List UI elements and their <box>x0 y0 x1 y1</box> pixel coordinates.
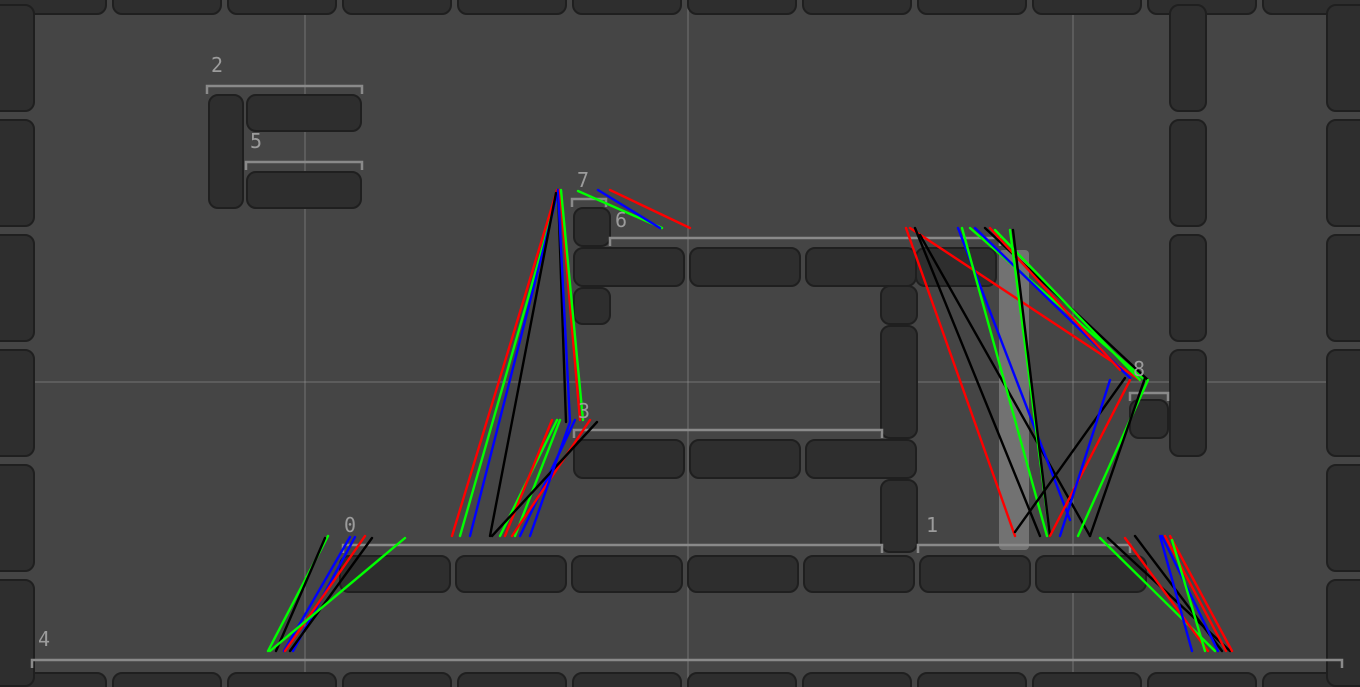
wall-tile <box>917 0 1027 15</box>
wall-tile <box>208 94 244 209</box>
wall-tile <box>915 247 997 287</box>
wall-tile <box>805 439 917 479</box>
wall-tile <box>1035 555 1147 593</box>
wall-tile <box>0 4 35 112</box>
wall-tile <box>246 94 362 132</box>
wall-tile <box>342 672 452 687</box>
wall-tile <box>246 171 362 209</box>
wall-tile <box>573 207 611 247</box>
wall-tile <box>1169 119 1207 227</box>
wall-tile <box>1147 672 1257 687</box>
platform-label-5[interactable]: 5 <box>250 129 262 153</box>
platform-label-1[interactable]: 1 <box>926 513 938 537</box>
wall-tile <box>227 0 337 15</box>
wall-tile <box>1169 349 1207 457</box>
platform-label-6[interactable]: 6 <box>615 208 627 232</box>
wall-tile <box>1032 0 1142 15</box>
wall-tile <box>1326 234 1360 342</box>
wall-tile <box>917 672 1027 687</box>
platform-label-7[interactable]: 7 <box>577 168 589 192</box>
wall-tile <box>1032 672 1142 687</box>
platform-label-2[interactable]: 2 <box>211 53 223 77</box>
wall-tile <box>1326 464 1360 572</box>
wall-tile <box>572 672 682 687</box>
wall-tile <box>880 479 918 553</box>
wall-tile <box>1326 349 1360 457</box>
wall-tile <box>880 285 918 325</box>
wall-tile <box>803 555 915 593</box>
wall-tile <box>573 287 611 325</box>
wall-tile <box>802 0 912 15</box>
platform-label-3[interactable]: 3 <box>578 399 590 423</box>
platform-label-8[interactable]: 8 <box>1133 357 1145 381</box>
wall-tile <box>919 555 1031 593</box>
wall-tile <box>1326 579 1360 687</box>
wall-tile <box>687 0 797 15</box>
wall-tile <box>571 555 683 593</box>
wall-tile <box>227 672 337 687</box>
platform-label-4[interactable]: 4 <box>38 627 50 651</box>
wall-tile <box>573 247 685 287</box>
wall-tile <box>457 672 567 687</box>
wall-tile <box>687 672 797 687</box>
wall-tile <box>802 672 912 687</box>
wall-tile <box>1169 4 1207 112</box>
wall-tile <box>0 579 35 687</box>
wall-tile <box>572 0 682 15</box>
wall-tile <box>0 119 35 227</box>
wall-tile <box>880 325 918 439</box>
wall-tile <box>1169 234 1207 342</box>
wall-tile <box>573 439 685 479</box>
level-view[interactable]: 0 1 2 3 4 5 6 7 8 <box>0 0 1360 687</box>
level-editor-canvas[interactable]: 0 1 2 3 4 5 6 7 8 <box>0 0 1360 687</box>
wall-tile <box>112 672 222 687</box>
wall-tile <box>805 247 917 287</box>
wall-tile <box>0 234 35 342</box>
wall-tile <box>0 349 35 457</box>
wall-tile <box>1326 4 1360 112</box>
wall-tile <box>0 464 35 572</box>
wall-tile <box>457 0 567 15</box>
wall-tile <box>1326 119 1360 227</box>
wall-tile <box>687 555 799 593</box>
platform-label-0[interactable]: 0 <box>344 513 356 537</box>
wall-tile <box>112 0 222 15</box>
wall-tile <box>689 247 801 287</box>
wall-tile <box>342 0 452 15</box>
wall-tile <box>455 555 567 593</box>
wall-tile <box>689 439 801 479</box>
